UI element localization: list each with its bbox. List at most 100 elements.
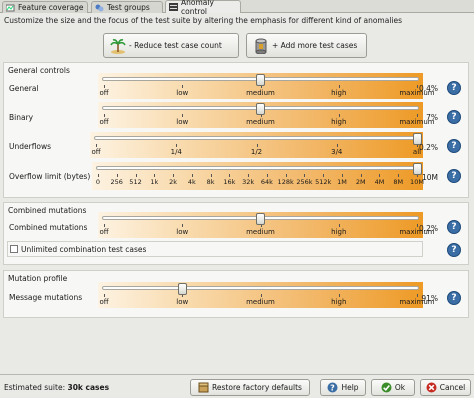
message-mutations-slider[interactable]: off low medium high maximum [98, 282, 435, 308]
tab-feature-coverage[interactable]: Feature coverage [2, 1, 88, 13]
slider-track[interactable] [96, 166, 419, 170]
slider-tick [182, 85, 184, 88]
underflows-slider[interactable]: off 1/4 1/2 3/4 all [90, 132, 423, 158]
slider-tick [104, 114, 105, 117]
slider-tick [379, 174, 381, 177]
slider-tick-label: 256 [110, 178, 123, 186]
slider-tick [182, 224, 184, 227]
slider-tick [116, 174, 118, 177]
slider-tick-label: 16k [223, 178, 236, 186]
reduce-test-cases-button[interactable]: - Reduce test case count [103, 33, 239, 58]
footer-divider [0, 374, 474, 375]
slider-tick [338, 85, 340, 88]
unlimited-combination-label[interactable]: Unlimited combination test cases [21, 245, 146, 254]
general-slider[interactable]: off low medium high maximum [98, 73, 435, 99]
help-icon: ? [327, 382, 338, 393]
slider-tick-label: high [331, 89, 347, 97]
slider-tick-label: 512k [315, 178, 332, 186]
underflows-help-icon[interactable]: ? [447, 139, 461, 153]
slider-tick-label: low [176, 228, 189, 236]
tab-anomaly-control[interactable]: Anomaly control [165, 0, 241, 16]
slider-track[interactable] [94, 136, 419, 140]
slider-tick-label: medium [246, 118, 275, 126]
tab-test-groups[interactable]: Test groups [91, 1, 163, 13]
help-button[interactable]: ? Help [320, 379, 366, 396]
slider-tick-label: medium [246, 298, 275, 306]
estimate-label: Estimated suite: [4, 383, 66, 392]
slider-tick [417, 114, 418, 117]
slider-tick [266, 174, 268, 177]
binary-value: 7% [426, 113, 438, 122]
slider-tick [323, 174, 325, 177]
slider-tick [338, 294, 340, 297]
slider-tick [104, 85, 105, 88]
slider-tick [417, 224, 418, 227]
slider-tick-label: low [176, 118, 189, 126]
message-mutations-label: Message mutations [9, 293, 83, 302]
general-controls-panel: General controls General off low medium hig… [3, 62, 469, 198]
slider-thumb[interactable] [256, 103, 265, 115]
combined-help-icon[interactable]: ? [447, 220, 461, 234]
feature-coverage-icon [5, 4, 15, 12]
slider-tick [154, 174, 156, 177]
section-title: Mutation profile [8, 274, 68, 283]
slider-tick-label: 0 [95, 178, 101, 186]
slider-tick [338, 224, 340, 227]
slider-thumb[interactable] [256, 213, 265, 225]
binary-help-icon[interactable]: ? [447, 110, 461, 124]
slider-tick [229, 174, 231, 177]
test-groups-icon [95, 4, 104, 12]
slider-thumb[interactable] [256, 74, 265, 86]
slider-tick-label: 1k [150, 178, 159, 186]
unlimited-help-icon[interactable]: ? [447, 243, 461, 257]
cancel-icon [426, 382, 437, 393]
slider-tick-label: high [331, 298, 347, 306]
section-title: General controls [8, 66, 70, 75]
reduce-button-label: - Reduce test case count [129, 41, 222, 50]
slider-tick-label: 1M [337, 178, 347, 186]
restore-defaults-button[interactable]: Restore factory defaults [190, 379, 310, 396]
cancel-button[interactable]: Cancel [420, 379, 471, 396]
combined-mutations-value: 0.2% [418, 224, 438, 233]
slider-tick [338, 114, 340, 117]
ok-button[interactable]: Ok [371, 379, 415, 396]
slider-track[interactable] [102, 286, 419, 290]
slider-tick [398, 174, 400, 177]
add-test-cases-button[interactable]: + Add more test cases [246, 33, 367, 58]
general-help-icon[interactable]: ? [447, 81, 461, 95]
palm-tree-island-icon [110, 38, 126, 54]
slider-tick-label: 1/4 [170, 148, 182, 156]
slider-tick-label: off [99, 228, 109, 236]
cylinder-stack-icon [255, 38, 267, 54]
slider-tick-label: 512 [129, 178, 142, 186]
slider-thumb[interactable] [412, 163, 422, 175]
overflow-limit-slider[interactable]: 0 256 512 1k 2k 4k 8k 16k 32k 64k 128k 256k 512k 1M 2M… [92, 162, 424, 190]
overflow-limit-label: Overflow limit (bytes) [9, 172, 91, 181]
slider-tick [360, 174, 362, 177]
slider-tick [336, 144, 338, 147]
slider-tick [104, 294, 105, 297]
add-button-label: + Add more test cases [272, 41, 358, 50]
unlimited-combination-checkbox[interactable] [10, 245, 18, 253]
combined-mutations-slider[interactable]: off low medium high maximum [98, 212, 435, 238]
overflow-help-icon[interactable]: ? [447, 169, 461, 183]
slider-tick-label: high [331, 118, 347, 126]
slider-tick [417, 294, 418, 297]
slider-tick-label: 8M [393, 178, 404, 186]
slider-thumb[interactable] [177, 283, 187, 295]
binary-slider[interactable]: off low medium high maximum [98, 102, 435, 128]
mutation-profile-panel: Mutation profile Message mutations off lo… [3, 270, 469, 318]
slider-tick [173, 174, 175, 177]
general-label: General [9, 84, 39, 93]
slider-tick-label: off [99, 89, 109, 97]
slider-tick-label: 32k [242, 178, 255, 186]
slider-tick-label: medium [246, 89, 275, 97]
section-title: Combined mutations [8, 206, 87, 215]
message-mutations-help-icon[interactable]: ? [447, 291, 461, 305]
slider-tick [98, 174, 99, 177]
help-label: Help [341, 383, 359, 392]
estimated-suite: Estimated suite: 30k cases [4, 383, 109, 392]
slider-tick [96, 144, 97, 147]
slider-tick-label: 4M [374, 178, 385, 186]
slider-tick [248, 174, 250, 177]
